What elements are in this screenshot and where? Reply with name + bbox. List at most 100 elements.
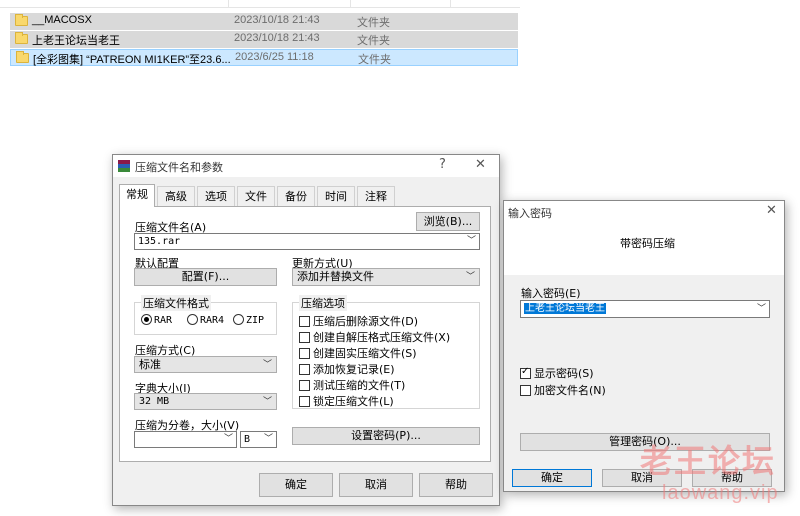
file-row[interactable]: __MACOSX 2023/10/18 21:43 文件夹 <box>10 13 518 30</box>
show-password-label: 显示密码(S) <box>534 367 594 380</box>
password-dialog-heading: 带密码压缩 <box>620 237 675 250</box>
solid-checkbox[interactable]: 创建固实压缩文件(S) <box>299 345 417 361</box>
split-unit-value: B <box>244 434 251 445</box>
file-date: 2023/10/18 21:43 <box>234 14 320 26</box>
tab-time[interactable]: 时间 <box>317 186 355 206</box>
option-label: 测试压缩的文件(T) <box>313 379 406 392</box>
chevron-down-icon[interactable]: ﹀ <box>757 301 766 317</box>
profiles-button[interactable]: 配置(F)... <box>134 268 277 286</box>
dict-value: 32 MB <box>139 396 170 407</box>
file-type: 文件夹 <box>357 16 390 29</box>
file-row[interactable]: [全彩图集] “PATREON MI1KER”至23.6... 2023/6/2… <box>10 49 518 66</box>
archive-dialog-titlebar[interactable]: 压缩文件名和参数 ? ✕ <box>113 155 499 177</box>
update-mode-select[interactable]: 添加并替换文件 ﹀ <box>292 268 480 286</box>
folder-icon <box>15 32 28 44</box>
format-rar-label: RAR <box>154 315 173 326</box>
options-group-label: 压缩选项 <box>299 295 347 311</box>
chevron-down-icon: ﹀ <box>263 434 273 444</box>
folder-icon <box>16 51 29 63</box>
close-icon[interactable]: ✕ <box>475 157 486 172</box>
radio-icon <box>187 314 198 325</box>
lock-archive-checkbox[interactable]: 锁定压缩文件(L) <box>299 393 394 409</box>
password-dialog-titlebar[interactable]: 输入密码 ✕ <box>504 201 784 223</box>
method-select[interactable]: 标准 ﹀ <box>134 356 277 373</box>
tab-backup[interactable]: 备份 <box>277 186 315 206</box>
chevron-down-icon[interactable]: ﹀ <box>224 432 233 447</box>
file-explorer-list: __MACOSX 2023/10/18 21:43 文件夹 上老王论坛当老王 2… <box>0 0 520 70</box>
encrypt-filenames-label: 加密文件名(N) <box>534 384 606 397</box>
method-value: 标准 <box>139 358 161 371</box>
file-name: 上老王论坛当老王 <box>32 35 120 47</box>
option-label: 创建固实压缩文件(S) <box>313 347 417 360</box>
cancel-button[interactable]: 取消 <box>339 473 413 497</box>
tab-advanced[interactable]: 高级 <box>157 186 195 206</box>
show-password-checkbox[interactable]: 显示密码(S) <box>520 365 594 381</box>
options-group: 压缩选项 压缩后删除源文件(D) 创建自解压格式压缩文件(X) 创建固实压缩文件… <box>292 295 480 409</box>
format-rar-radio[interactable]: RAR <box>141 314 172 326</box>
set-password-button[interactable]: 设置密码(P)... <box>292 427 480 445</box>
file-type: 文件夹 <box>358 53 391 66</box>
checkbox-checked-icon <box>520 366 531 379</box>
checkbox-icon <box>299 332 310 343</box>
winrar-icon <box>118 160 130 172</box>
split-size-field[interactable]: ﹀ <box>134 431 237 448</box>
column-header[interactable] <box>0 0 520 8</box>
option-label: 压缩后删除源文件(D) <box>313 315 419 328</box>
format-rar4-label: RAR4 <box>200 315 225 326</box>
password-label: 输入密码(E) <box>521 287 581 300</box>
format-group-label: 压缩文件格式 <box>141 295 211 311</box>
checkbox-icon <box>299 316 310 327</box>
watermark-url: laowang.vip <box>662 482 779 504</box>
chevron-down-icon: ﹀ <box>262 397 272 407</box>
checkbox-icon <box>299 380 310 391</box>
option-label: 添加恢复记录(E) <box>313 363 395 376</box>
file-date: 2023/6/25 11:18 <box>235 51 314 63</box>
split-unit-select[interactable]: B ﹀ <box>240 431 277 448</box>
tab-comment[interactable]: 注释 <box>357 186 395 206</box>
encrypt-filenames-checkbox[interactable]: 加密文件名(N) <box>520 382 606 398</box>
option-label: 创建自解压格式压缩文件(X) <box>313 331 451 344</box>
chevron-down-icon: ﹀ <box>465 272 475 282</box>
tab-general[interactable]: 常规 <box>119 184 155 207</box>
checkbox-icon <box>299 396 310 407</box>
password-field[interactable]: 上老王论坛当老王 ﹀ <box>520 300 770 318</box>
test-files-checkbox[interactable]: 测试压缩的文件(T) <box>299 377 405 393</box>
help-icon[interactable]: ? <box>439 157 446 172</box>
chevron-down-icon[interactable]: ﹀ <box>467 234 476 249</box>
dict-select[interactable]: 32 MB ﹀ <box>134 393 277 410</box>
chevron-down-icon: ﹀ <box>262 360 272 370</box>
watermark-title: 老王论坛 <box>640 442 777 480</box>
ok-button[interactable]: 确定 <box>259 473 333 497</box>
close-icon[interactable]: ✕ <box>766 203 777 218</box>
update-mode-value: 添加并替换文件 <box>297 270 374 283</box>
password-dialog-header: 带密码压缩 <box>504 223 784 275</box>
archive-dialog-title: 压缩文件名和参数 <box>135 161 223 174</box>
option-label: 锁定压缩文件(L) <box>313 395 394 408</box>
general-panel: 压缩文件名(A) 浏览(B)... 135.rar ﹀ 默认配置 配置(F)..… <box>119 206 491 462</box>
format-zip-radio[interactable]: ZIP <box>233 314 264 326</box>
tab-options[interactable]: 选项 <box>197 186 235 206</box>
file-row[interactable]: 上老王论坛当老王 2023/10/18 21:43 文件夹 <box>10 31 518 48</box>
format-rar4-radio[interactable]: RAR4 <box>187 314 224 326</box>
file-name: __MACOSX <box>32 14 92 26</box>
archive-name-value: 135.rar <box>138 236 181 247</box>
archive-dialog: 压缩文件名和参数 ? ✕ 常规 高级 选项 文件 备份 时间 注释 压缩文件名(… <box>112 154 500 506</box>
file-name: [全彩图集] “PATREON MI1KER”至23.6... <box>33 54 231 66</box>
delete-after-checkbox[interactable]: 压缩后删除源文件(D) <box>299 313 418 329</box>
radio-icon <box>233 314 244 325</box>
password-value: 上老王论坛当老王 <box>524 303 606 314</box>
sfx-checkbox[interactable]: 创建自解压格式压缩文件(X) <box>299 329 450 345</box>
folder-icon <box>15 14 28 26</box>
recovery-record-checkbox[interactable]: 添加恢复记录(E) <box>299 361 395 377</box>
tab-files[interactable]: 文件 <box>237 186 275 206</box>
browse-button[interactable]: 浏览(B)... <box>416 212 480 231</box>
archive-name-field[interactable]: 135.rar ﹀ <box>134 233 480 250</box>
file-date: 2023/10/18 21:43 <box>234 32 320 44</box>
format-group: 压缩文件格式 RAR RAR4 ZIP <box>134 295 277 335</box>
password-dialog-title: 输入密码 <box>508 207 552 220</box>
checkbox-icon <box>299 348 310 359</box>
help-button[interactable]: 帮助 <box>419 473 493 497</box>
ok-button[interactable]: 确定 <box>512 469 592 487</box>
file-type: 文件夹 <box>357 34 390 47</box>
checkbox-icon <box>299 364 310 375</box>
